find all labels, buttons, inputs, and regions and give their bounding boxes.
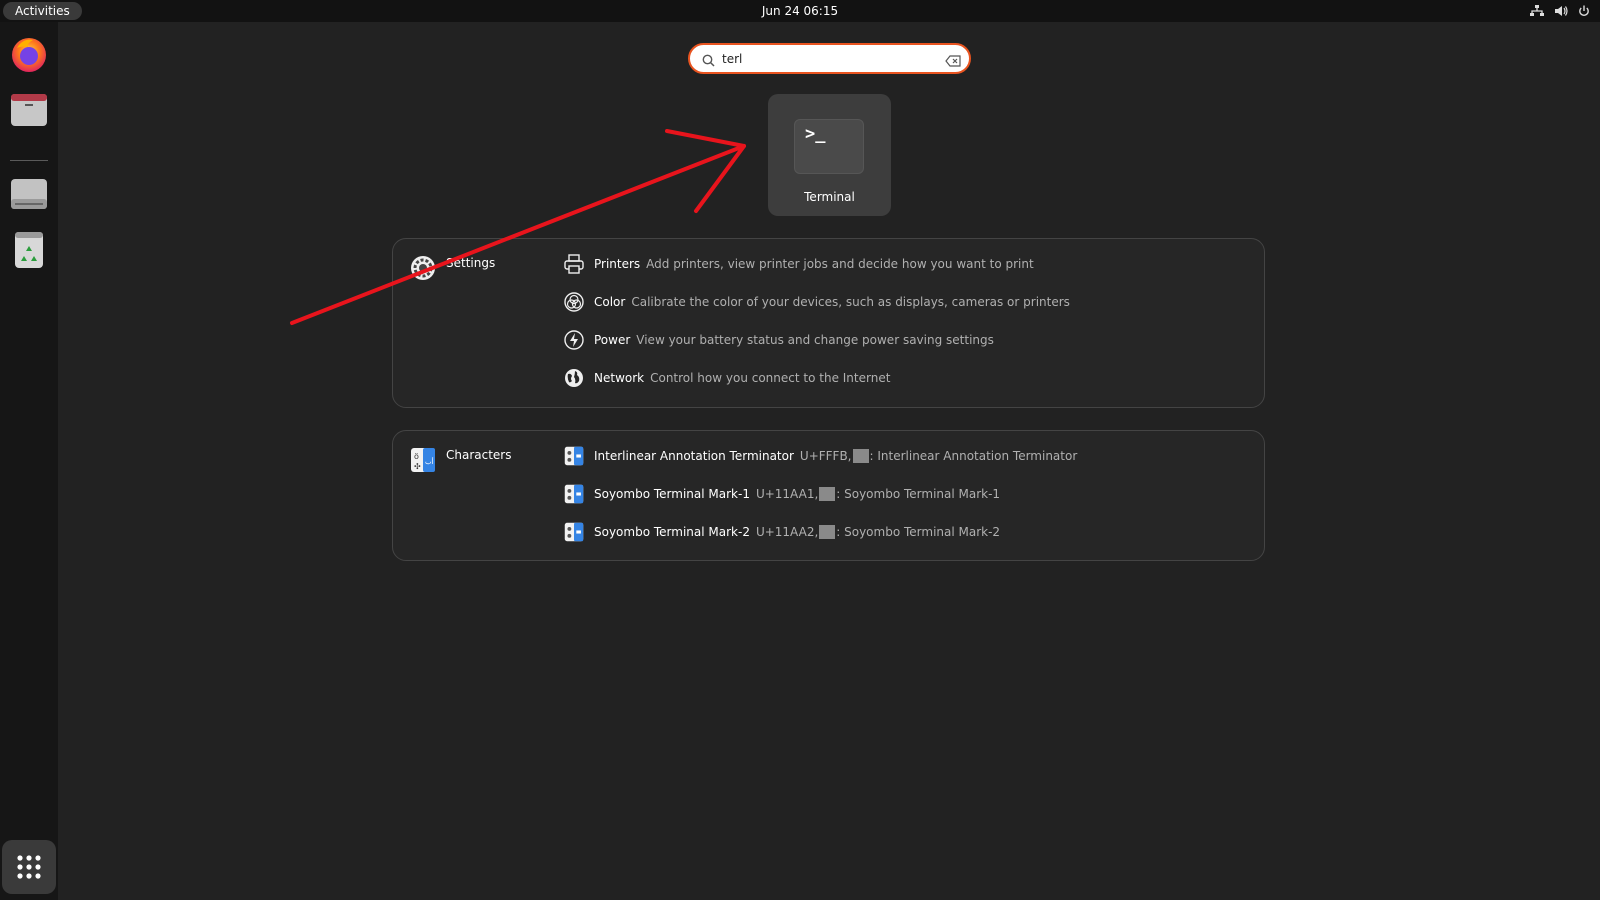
result-row-character[interactable]: Soyombo Terminal Mark-2 U+11AA2, : Soyom… (563, 520, 1000, 544)
result-code: U+FFFB, (799, 449, 852, 463)
clock[interactable]: Jun 24 06:15 (762, 4, 838, 18)
svg-text:ö: ö (414, 452, 419, 461)
settings-gear-icon (410, 255, 436, 285)
firefox-icon[interactable] (7, 32, 51, 76)
terminal-prompt-glyph: >_ (805, 124, 826, 144)
printer-icon (563, 253, 585, 275)
svg-text:أب: أب (425, 457, 434, 466)
result-title: Soyombo Terminal Mark-1 (594, 487, 750, 501)
result-code: U+11AA2, (755, 525, 819, 539)
result-code: U+11AA1, (755, 487, 819, 501)
settings-results-panel: Settings Printers Add printers, view pri… (392, 238, 1265, 408)
svg-text:✣: ✣ (414, 462, 421, 471)
result-title: Network (594, 371, 645, 385)
top-bar: Activities Jun 24 06:15 (0, 0, 1600, 22)
provider-label: Characters (446, 448, 512, 462)
dock-separator (10, 160, 48, 161)
glyph-placeholder (819, 525, 836, 539)
result-description: Calibrate the color of your devices, suc… (631, 295, 1070, 309)
result-description: Control how you connect to the Internet (650, 371, 891, 385)
system-tray[interactable] (1530, 0, 1590, 22)
search-input[interactable] (722, 49, 932, 69)
globe-icon (563, 367, 585, 389)
dock (0, 22, 58, 900)
search-icon (702, 52, 715, 71)
result-row-character[interactable]: Soyombo Terminal Mark-1 U+11AA1, : Soyom… (563, 482, 1000, 506)
result-row-power[interactable]: Power View your battery status and chang… (563, 328, 994, 352)
app-label: Terminal (804, 190, 855, 204)
search-bar[interactable] (688, 43, 971, 74)
characters-results-panel: ö ✣ أب Characters Interlinear Annotation T… (392, 430, 1265, 561)
power-icon (563, 329, 585, 351)
settings-provider[interactable]: Settings (410, 255, 495, 285)
provider-label: Settings (446, 256, 496, 270)
result-title: Printers (594, 257, 641, 271)
result-row-character[interactable]: Interlinear Annotation Terminator U+FFFB… (563, 444, 1077, 468)
result-description: View your battery status and change powe… (636, 333, 994, 347)
power-icon[interactable] (1578, 5, 1590, 17)
terminal-icon: >_ (794, 119, 864, 174)
result-row-network[interactable]: Network Control how you connect to the I… (563, 366, 890, 390)
result-description: : Soyombo Terminal Mark-1 (836, 487, 1001, 501)
result-description: : Soyombo Terminal Mark-2 (836, 525, 1001, 539)
result-description: Add printers, view printer jobs and deci… (646, 257, 1034, 271)
clear-icon[interactable] (945, 52, 961, 71)
drive-icon[interactable] (7, 172, 51, 216)
color-icon (563, 291, 585, 313)
trash-icon[interactable] (7, 228, 51, 272)
result-row-printers[interactable]: Printers Add printers, view printer jobs… (563, 252, 1034, 276)
activities-button[interactable]: Activities (3, 2, 82, 20)
glyph-placeholder (819, 487, 836, 501)
volume-icon[interactable] (1554, 5, 1568, 17)
result-title: Soyombo Terminal Mark-2 (594, 525, 750, 539)
network-icon[interactable] (1530, 5, 1544, 17)
result-description: : Interlinear Annotation Terminator (869, 449, 1078, 463)
characters-app-icon (563, 521, 585, 543)
show-apps-icon[interactable] (2, 840, 56, 894)
characters-app-icon: ö ✣ أب (410, 447, 436, 477)
characters-provider[interactable]: ö ✣ أب Characters (410, 447, 512, 477)
clock-area: Jun 24 06:15 (0, 0, 1600, 22)
result-title: Color (594, 295, 626, 309)
result-title: Power (594, 333, 631, 347)
result-title: Interlinear Annotation Terminator (594, 449, 794, 463)
result-row-color[interactable]: Color Calibrate the color of your device… (563, 290, 1070, 314)
glyph-placeholder (852, 449, 869, 463)
files-icon[interactable] (7, 88, 51, 132)
characters-app-icon (563, 445, 585, 467)
terminal-app-result[interactable]: >_ Terminal (768, 94, 891, 216)
characters-app-icon (563, 483, 585, 505)
